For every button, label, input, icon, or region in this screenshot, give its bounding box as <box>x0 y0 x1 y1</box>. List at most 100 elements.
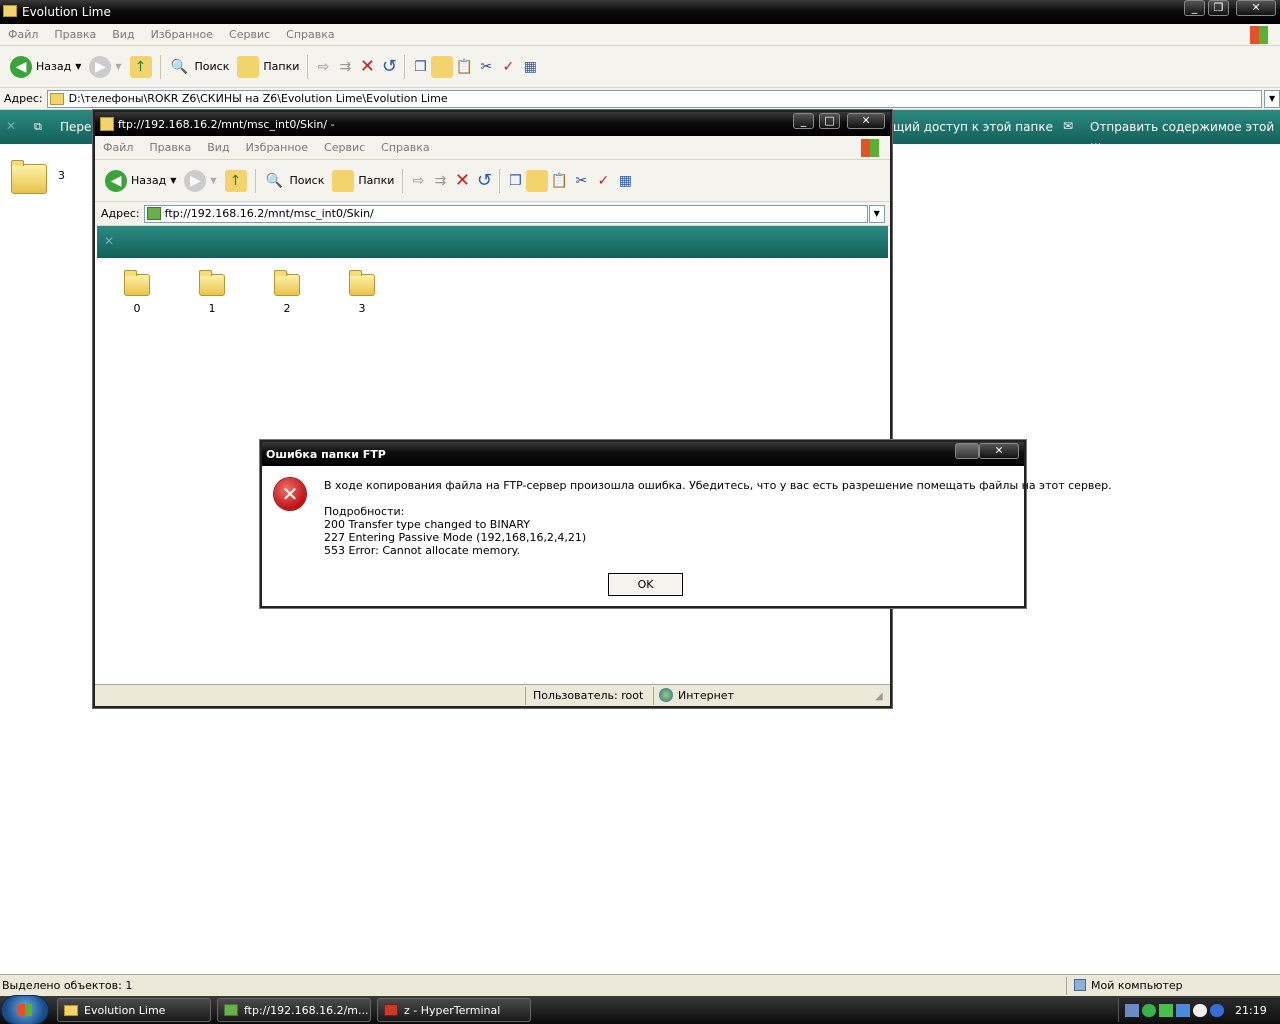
internet-globe-icon <box>659 688 673 702</box>
ftp-forward-button[interactable]: ▶ ▼ <box>180 166 220 196</box>
copy-to-icon[interactable]: ⇉ <box>429 170 451 192</box>
panda-icon[interactable] <box>1193 1003 1207 1017</box>
taskpane-send-link[interactable]: Отправить содержимое этой ... <box>1090 120 1280 148</box>
ftp-menu-file[interactable]: Файл <box>95 141 141 154</box>
address-input[interactable]: D:\телефоны\ROKR Z6\СКИНЫ на Z6\Evolutio… <box>46 89 1263 108</box>
paste-icon[interactable]: 📋 <box>548 170 570 192</box>
menu-help[interactable]: Справка <box>278 28 342 41</box>
chevron-down-icon: ▼ <box>170 176 177 185</box>
properties-icon[interactable]: ✓ <box>592 170 614 192</box>
ftp-up-button[interactable]: ↑ <box>221 166 251 196</box>
delete-icon[interactable]: ✕ <box>356 56 378 78</box>
mail-icon: ✉ <box>1063 119 1074 133</box>
taskbar-item-hyperterminal[interactable]: z - HyperTerminal <box>377 998 531 1022</box>
move-to-icon[interactable]: ⇨ <box>312 56 334 78</box>
minimize-button[interactable]: _ <box>1184 0 1205 16</box>
ftp-menu-view[interactable]: Вид <box>199 141 237 154</box>
separator <box>404 54 406 79</box>
folder-icon <box>64 1004 78 1016</box>
back-arrow-icon: ◀ <box>105 169 127 192</box>
ftp-maximize-button[interactable]: □ <box>819 113 840 129</box>
ftp-folder-item[interactable]: 1 <box>192 270 232 316</box>
ftp-folder-item[interactable]: 2 <box>267 270 307 316</box>
main-status-bar: Выделено объектов: 1 Мой компьютер <box>0 974 1280 996</box>
undo-icon[interactable]: ↺ <box>378 56 400 78</box>
ftp-menu-edit[interactable]: Правка <box>141 141 199 154</box>
folder-label: 1 <box>208 302 216 315</box>
views-icon[interactable]: ▦ <box>519 56 541 78</box>
copy-icon[interactable]: ❐ <box>409 56 431 78</box>
ftp-back-button[interactable]: ◀ Назад ▼ <box>101 166 180 196</box>
ftp-folder-item[interactable]: 3 <box>342 270 382 316</box>
search-button[interactable]: 🔍 Поиск <box>165 52 234 82</box>
menu-favorites[interactable]: Избранное <box>143 28 221 41</box>
ftp-address-input[interactable]: ftp://192.168.16.2/mnt/msc_int0/Skin/ <box>143 204 868 223</box>
taskpane-share-link[interactable]: щий доступ к этой папке <box>893 120 1053 134</box>
shield-icon[interactable] <box>1142 1003 1156 1017</box>
ftp-folder-item[interactable]: 0 <box>117 270 157 316</box>
ftp-menu-favorites[interactable]: Избранное <box>238 141 316 154</box>
views-icon[interactable]: ▦ <box>614 170 636 192</box>
ftp-menu-tools[interactable]: Сервис <box>316 141 373 154</box>
folder-icon <box>124 270 150 296</box>
ok-button[interactable]: OK <box>608 573 683 596</box>
cut-icon[interactable]: ✂ <box>475 56 497 78</box>
copy-to-icon[interactable]: ⇉ <box>334 56 356 78</box>
folders-label: Папки <box>263 60 300 73</box>
folders-icon <box>332 169 355 192</box>
undo-icon[interactable]: ↺ <box>473 170 495 192</box>
close-button[interactable]: ✕ <box>1236 0 1276 16</box>
antivirus-icon[interactable] <box>1176 1003 1190 1017</box>
menu-edit[interactable]: Правка <box>46 28 104 41</box>
ftp-minimize-button[interactable]: _ <box>793 113 814 129</box>
taskpane-left-link[interactable]: Пере <box>60 120 91 134</box>
folder-up-icon: ↑ <box>129 55 152 78</box>
paste-icon[interactable]: 📋 <box>453 56 475 78</box>
back-button[interactable]: ◀ Назад ▼ <box>6 52 85 82</box>
ftp-search-button[interactable]: 🔍 Поиск <box>260 166 329 196</box>
folder-options-icon[interactable] <box>431 55 454 78</box>
resize-grip-icon[interactable]: ◢ <box>875 691 883 702</box>
computer-icon <box>1074 979 1086 991</box>
address-label: Адрес: <box>4 92 43 105</box>
ftp-close-button[interactable]: ✕ <box>847 113 885 129</box>
move-to-icon[interactable]: ⇨ <box>407 170 429 192</box>
error-icon: ✕ <box>274 478 306 510</box>
properties-icon[interactable]: ✓ <box>497 56 519 78</box>
start-button[interactable] <box>2 996 48 1024</box>
ftp-menu-help[interactable]: Справка <box>373 141 437 154</box>
folders-button[interactable]: Папки <box>233 52 303 82</box>
menu-tools[interactable]: Сервис <box>221 28 278 41</box>
address-dropdown-button[interactable]: ▼ <box>1264 89 1280 108</box>
dialog-close-button[interactable]: ✕ <box>979 443 1019 459</box>
menu-view[interactable]: Вид <box>104 28 142 41</box>
status-divider <box>653 687 654 705</box>
wifi-icon[interactable] <box>1210 1003 1224 1017</box>
search-icon: 🔍 <box>265 172 284 189</box>
forward-button[interactable]: ▶ ▼ <box>85 52 125 82</box>
restore-button[interactable]: ❐ <box>1208 0 1229 16</box>
dialog-details-label: Подробности: <box>324 505 405 518</box>
ftp-globe-icon <box>100 117 114 131</box>
taskbar-item-ftp[interactable]: ftp://192.168.16.2/m... <box>217 998 371 1022</box>
up-button[interactable]: ↑ <box>126 52 156 82</box>
main-folder-item[interactable]: 3 <box>10 160 80 194</box>
dialog-help-button[interactable] <box>955 443 979 459</box>
close-pane-icon[interactable]: ✕ <box>104 234 114 248</box>
copy-icon[interactable]: ❐ <box>504 170 526 192</box>
ftp-folders-button[interactable]: Папки <box>328 166 398 196</box>
folder-options-icon[interactable] <box>526 169 549 192</box>
dialog-details-line: 200 Transfer type changed to BINARY <box>324 518 530 531</box>
ftp-address-bar: Адрес: ftp://192.168.16.2/mnt/msc_int0/S… <box>95 202 890 226</box>
ftp-address-dropdown-button[interactable]: ▼ <box>868 204 885 223</box>
cut-icon[interactable]: ✂ <box>570 170 592 192</box>
close-pane-icon[interactable]: ✕ <box>6 119 16 133</box>
menu-file[interactable]: Файл <box>0 28 46 41</box>
chevron-down-icon: ▼ <box>115 62 122 71</box>
separator <box>402 168 404 193</box>
leaf-icon[interactable] <box>1159 1003 1173 1017</box>
network-icon[interactable] <box>1125 1003 1139 1017</box>
delete-icon[interactable]: ✕ <box>451 170 473 192</box>
dialog-details-line: 227 Entering Passive Mode (192,168,16,2,… <box>324 531 587 544</box>
taskbar-item-explorer[interactable]: Evolution Lime <box>57 998 211 1022</box>
